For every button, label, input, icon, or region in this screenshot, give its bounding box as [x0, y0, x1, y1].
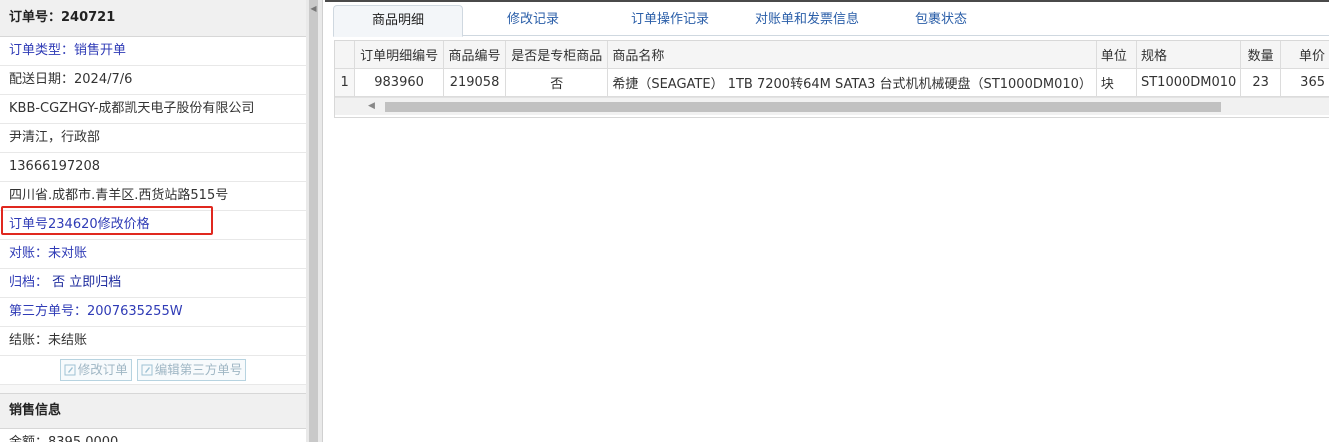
- reconcile-status: 对账：未对账: [0, 240, 306, 269]
- edit-order-button[interactable]: 修改订单: [59, 359, 132, 381]
- edit-third-party-button[interactable]: 编辑第三方单号: [136, 359, 247, 381]
- cell-product-name-link[interactable]: 希捷（SEAGATE） 1TB 7200转64M SATA3 台式机机械硬盘（S…: [607, 68, 1097, 97]
- scroll-left-icon[interactable]: ◀: [368, 101, 375, 111]
- sales-amount: 金额：8395.0000: [0, 429, 306, 442]
- cell-is-counter: 否: [505, 68, 609, 97]
- order-number-title: 订单号：240721: [0, 0, 306, 37]
- col-header-product-name[interactable]: 商品名称: [607, 41, 1097, 69]
- col-header-unit[interactable]: 单位: [1096, 41, 1137, 69]
- col-header-rownum: [335, 41, 356, 69]
- table-row[interactable]: 1 983960 219058 否 希捷（SEAGATE） 1TB 7200转6…: [335, 68, 1329, 97]
- scrollbar-thumb[interactable]: [385, 102, 1221, 112]
- col-header-detail-id[interactable]: 订单明细编号: [354, 41, 444, 69]
- contact-person: 尹清江，行政部: [0, 124, 306, 153]
- edit-order-label: 修改订单: [77, 362, 128, 377]
- tab-package-status[interactable]: 包裹状态: [881, 5, 1001, 34]
- company-name: KBB-CGZHGY-成都凯天电子股份有限公司: [0, 95, 306, 124]
- cell-price: 365: [1280, 68, 1329, 97]
- reconcile-value: 未对账: [48, 246, 88, 261]
- tab-bar: 商品明细 修改记录 订单操作记录 对账单和发票信息 包裹状态: [333, 5, 1329, 37]
- delivery-date: 配送日期：2024/7/6: [0, 66, 306, 95]
- edit-icon: [64, 364, 76, 376]
- edit-icon: [141, 364, 153, 376]
- table-header-row: 订单明细编号 商品编号 是否是专柜商品 商品名称 单位 规格 数量 单价: [335, 41, 1329, 69]
- order-info-panel: 订单号：240721 订单类型：销售开单 配送日期：2024/7/6 KBB-C…: [0, 0, 307, 442]
- tab-change-log[interactable]: 修改记录: [473, 5, 593, 34]
- row-number: 1: [335, 68, 356, 97]
- col-header-qty[interactable]: 数量: [1240, 41, 1281, 69]
- archive-now-link[interactable]: 否 立即归档: [52, 275, 121, 290]
- cell-spec: ST1000DM010: [1136, 68, 1242, 97]
- edit-third-party-label: 编辑第三方单号: [154, 362, 243, 377]
- settlement-status: 结账：未结账: [0, 327, 306, 356]
- order-type: 订单类型：销售开单: [0, 37, 306, 66]
- col-header-price[interactable]: 单价: [1280, 41, 1329, 69]
- order-action-buttons: 修改订单 编辑第三方单号: [0, 356, 306, 385]
- tab-product-details[interactable]: 商品明细: [333, 5, 463, 37]
- col-header-is-counter[interactable]: 是否是专柜商品: [505, 41, 609, 69]
- product-table: 订单明细编号 商品编号 是否是专柜商品 商品名称 单位 规格 数量 单价 1 9…: [335, 41, 1329, 97]
- cell-unit: 块: [1096, 68, 1137, 97]
- col-header-spec[interactable]: 规格: [1136, 41, 1242, 69]
- top-border: [325, 0, 1329, 2]
- panel-splitter[interactable]: ◀: [306, 0, 323, 442]
- archive-status: 归档： 否 立即归档: [0, 269, 306, 298]
- horizontal-scrollbar[interactable]: ◀: [335, 97, 1329, 115]
- third-party-order-number: 第三方单号：2007635255W: [0, 298, 306, 327]
- cell-product-id-link[interactable]: 219058: [443, 68, 507, 97]
- product-grid: 订单明细编号 商品编号 是否是专柜商品 商品名称 单位 规格 数量 单价 1 9…: [334, 40, 1329, 118]
- reconcile-label: 对账：: [9, 246, 49, 261]
- archive-label: 归档：: [9, 275, 49, 290]
- splitter-grip[interactable]: [309, 0, 318, 442]
- phone-number: 13666197208: [0, 153, 306, 182]
- cell-qty: 23: [1240, 68, 1281, 97]
- tab-order-operation-log[interactable]: 订单操作记录: [605, 5, 735, 34]
- col-header-product-id[interactable]: 商品编号: [443, 41, 507, 69]
- tab-statement-invoice[interactable]: 对账单和发票信息: [737, 5, 877, 34]
- cell-detail-id: 983960: [354, 68, 444, 97]
- sales-info-title: 销售信息: [0, 393, 306, 429]
- collapse-arrow-icon[interactable]: ◀: [309, 4, 318, 14]
- highlight-annotation: [1, 206, 213, 235]
- main-content: 商品明细 修改记录 订单操作记录 对账单和发票信息 包裹状态 订单明细编号 商品…: [325, 0, 1329, 442]
